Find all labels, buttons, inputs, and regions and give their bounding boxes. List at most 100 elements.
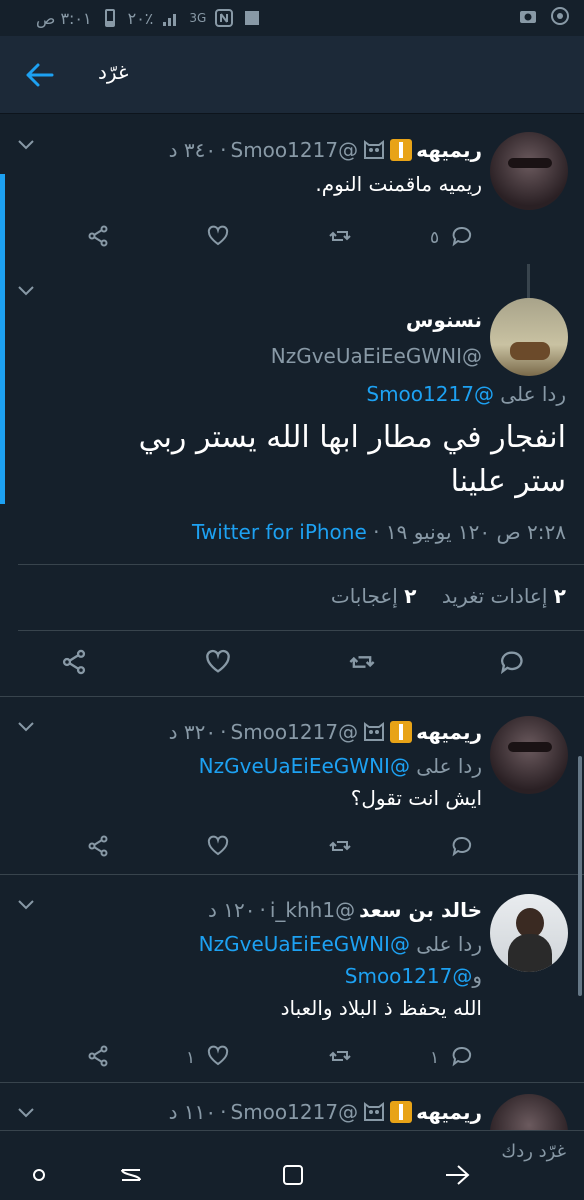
tweet-actions: ١ ١ [0, 1040, 584, 1080]
share-button[interactable] [82, 1040, 114, 1072]
signal-icon [163, 14, 177, 26]
home-icon[interactable] [22, 1158, 56, 1192]
tweet-header: خالد بن سعد @i_khh1 · ١٢٠ د [207, 898, 482, 922]
reply-icon [452, 226, 472, 247]
thread-connector [527, 264, 530, 298]
tweet-text: ريميه ماقمنت النوم. [315, 172, 482, 196]
owl-icon [364, 1102, 385, 1121]
like-button[interactable] [202, 830, 234, 862]
author-handle[interactable]: @Smoo1217 [231, 720, 359, 744]
scrollbar[interactable] [578, 756, 582, 996]
retweet-icon [329, 841, 351, 851]
owl-icon [364, 722, 385, 741]
engagement-stats: ٢ إعادات تغريد ٢ إعجابات [331, 584, 566, 608]
tweet-item[interactable]: خالد بن سعد @i_khh1 · ١٢٠ د ردا على @NzG… [0, 874, 584, 1082]
share-button[interactable] [82, 830, 114, 862]
tweet-item[interactable]: ريميهه @Smoo1217 · ٣٢٠ د ردا على @NzGveU… [0, 696, 584, 874]
tweet-thread: ريميهه @Smoo1217 · ٣٤٠ د ريميه ماقمنت ال… [0, 114, 584, 1130]
reply-count: ١ [430, 1048, 440, 1068]
retweet-icon [329, 1051, 351, 1061]
chevron-down-icon[interactable] [16, 284, 36, 298]
battery-icon [104, 9, 115, 27]
tweet-timestamp: ٢:٢٨ ص ١٢٠ يونيو ١٩ · [373, 520, 566, 544]
chevron-down-icon[interactable] [16, 898, 36, 912]
tweet-item[interactable]: ريميهه @Smoo1217 · ٣٤٠ د ريميه ماقمنت ال… [0, 114, 584, 504]
share-icon [88, 835, 108, 857]
heart-icon [207, 1045, 229, 1066]
author-name: ريميهه [416, 1100, 482, 1124]
likes-count: ٢ [404, 584, 417, 608]
tweet-header: ريميهه @Smoo1217 · ٣٢٠ د [168, 720, 482, 744]
share-button[interactable] [56, 644, 92, 680]
share-icon [62, 649, 86, 675]
badge-icon [390, 721, 413, 743]
reply-to-handle[interactable]: @NzGveUaEiEeGWNI [199, 932, 410, 956]
reply-to-line: ردا على @NzGveUaEiEeGWNI [198, 754, 482, 778]
retweets-label[interactable]: إعادات تغريد [442, 584, 548, 608]
retweet-button[interactable] [324, 830, 356, 862]
reply-to-handle[interactable]: @Smoo1217 [345, 964, 473, 988]
reply-button[interactable] [494, 644, 530, 680]
badge-icon [390, 139, 413, 161]
heart-icon [206, 649, 230, 673]
retweet-button[interactable] [324, 220, 356, 252]
chevron-down-icon[interactable] [16, 138, 36, 152]
like-count: ١ [186, 1048, 196, 1068]
retweet-icon [329, 231, 351, 241]
status-bar: ٣:٠١ ص ٢٠٪ 3G [0, 0, 584, 36]
avatar[interactable] [490, 132, 568, 210]
tweet-time: ٣٤٠ د [168, 138, 217, 162]
reply-to-handle[interactable]: @NzGveUaEiEeGWNI [199, 754, 410, 778]
network-type: 3G [189, 11, 207, 25]
reply-to-line: ردا على @NzGveUaEiEeGWNI [198, 932, 482, 956]
retweet-button[interactable] [344, 644, 380, 680]
share-button[interactable] [82, 220, 114, 252]
battery-level: ٢٠٪ [127, 8, 154, 28]
share-icon [88, 1045, 108, 1067]
app-bar: غرّد [0, 36, 584, 114]
retweet-button[interactable] [324, 1040, 356, 1072]
avatar[interactable] [490, 716, 568, 794]
reply-to-line: ردا على @Smoo1217 [366, 382, 566, 406]
avatar[interactable] [490, 894, 568, 972]
tweet-time: ١٢٠ د [207, 898, 256, 922]
likes-label[interactable]: إعجابات [331, 584, 398, 608]
camera-icon [520, 11, 536, 23]
chevron-down-icon[interactable] [16, 720, 36, 734]
focused-tweet: نسنوس @NzGveUaEiEeGWNI ردا على @Smoo1217… [0, 264, 584, 696]
reply-icon [500, 651, 523, 675]
tweet-actions: ٥ [0, 220, 584, 260]
tweet-header: ريميهه @Smoo1217 · ٣٤٠ د [168, 138, 482, 162]
chevron-down-icon[interactable] [16, 1106, 36, 1120]
tweet-actions [0, 830, 584, 870]
reply-icon [452, 836, 472, 857]
tweet-item[interactable]: ريميهه @Smoo1217 · ١١٠ د [0, 1082, 584, 1130]
badge-icon [390, 1101, 413, 1123]
avatar[interactable] [490, 1094, 568, 1130]
recent-apps-icon[interactable] [114, 1158, 148, 1192]
overview-icon[interactable] [276, 1158, 310, 1192]
back-icon[interactable] [440, 1158, 474, 1192]
author-handle[interactable]: @Smoo1217 [231, 138, 359, 162]
focus-author-name: نسنوس [405, 308, 482, 332]
focus-author-handle[interactable]: @NzGveUaEiEeGWNI [271, 344, 482, 368]
like-button[interactable] [200, 644, 236, 680]
avatar[interactable] [490, 298, 568, 376]
author-handle[interactable]: @Smoo1217 [231, 1100, 359, 1124]
tweet-text: الله يحفظ ذ البلاد والعباد [280, 996, 482, 1020]
like-button[interactable] [202, 220, 234, 252]
author-handle[interactable]: @i_khh1 [270, 898, 355, 922]
reply-button[interactable] [446, 1040, 478, 1072]
reply-to-handle[interactable]: @Smoo1217 [366, 382, 494, 406]
owl-icon [364, 140, 385, 159]
focused-tweet-actions [0, 644, 584, 684]
whatsapp-icon [551, 7, 569, 25]
reply-button[interactable] [446, 830, 478, 862]
author-name: ريميهه [416, 138, 482, 162]
tweet-meta: ٢:٢٨ ص ١٢٠ يونيو ١٩ · Twitter for iPhone [192, 520, 566, 544]
tweet-text: انفجار في مطار ابها الله يستر ربي ستر عل… [138, 420, 566, 499]
like-button[interactable] [202, 1040, 234, 1072]
reply-button[interactable] [446, 220, 478, 252]
back-arrow-icon[interactable] [22, 58, 56, 92]
tweet-source[interactable]: Twitter for iPhone [192, 520, 367, 544]
